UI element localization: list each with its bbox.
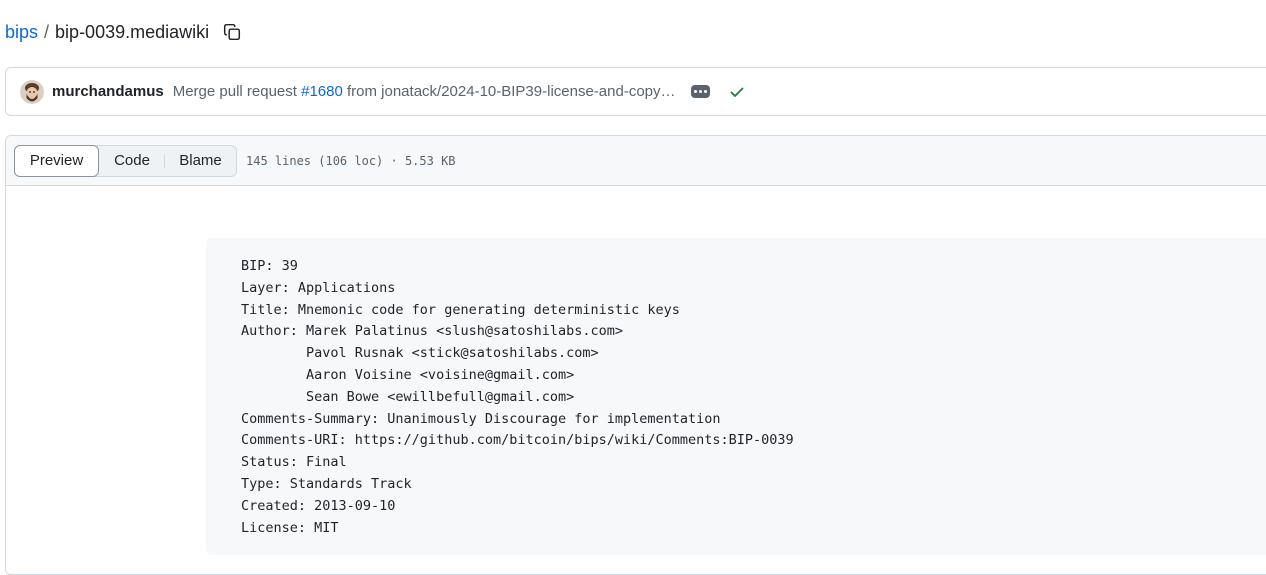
preamble-line: Comments-URI: https://github.com/bitcoin… xyxy=(241,432,794,449)
breadcrumb-file-name: bip-0039.mediawiki xyxy=(55,21,210,42)
preamble-line: Type: Standards Track xyxy=(241,475,412,492)
avatar-image xyxy=(20,79,44,104)
breadcrumb-separator: / xyxy=(44,21,50,42)
preamble-line: Title: Mnemonic code for generating dete… xyxy=(241,301,680,318)
pr-link[interactable]: #1680 xyxy=(301,83,343,100)
tab-preview[interactable]: Preview xyxy=(14,144,99,177)
copy-icon xyxy=(224,23,241,41)
preamble-line: Created: 2013-09-10 xyxy=(241,497,396,514)
file-header: Preview Code Blame 145 lines (106 loc) ·… xyxy=(6,136,1266,186)
preamble-line: Status: Final xyxy=(241,454,347,471)
view-mode-toggle: Preview Code Blame xyxy=(14,144,237,177)
preamble-line: Author: Marek Palatinus <slush@satoshila… xyxy=(241,323,624,340)
breadcrumb: bips / bip-0039.mediawiki xyxy=(5,19,242,45)
tab-blame[interactable]: Blame xyxy=(165,146,236,176)
commit-message-suffix: from jonatack/2024-10-BIP39-license-and-… xyxy=(347,83,676,100)
avatar[interactable] xyxy=(20,79,44,104)
kebab-horizontal-icon xyxy=(698,90,702,93)
expand-commit-message-button[interactable] xyxy=(690,85,710,98)
preamble-line: Aaron Voisine <voisine@gmail.com> xyxy=(241,366,575,383)
latest-commit-bar: murchandamus Merge pull request #1680 fr… xyxy=(5,67,1266,116)
preamble-line: Layer: Applications xyxy=(241,279,396,296)
breadcrumb-repo-link[interactable]: bips xyxy=(5,22,38,43)
preamble-line: Sean Bowe <ewillbefull@gmail.com> xyxy=(241,388,575,405)
file-viewer: Preview Code Blame 145 lines (106 loc) ·… xyxy=(5,135,1266,575)
commit-message-prefix: Merge pull request xyxy=(172,83,297,100)
commit-author-link[interactable]: murchandamus xyxy=(52,83,164,100)
preamble-line: Pavol Rusnak <stick@satoshilabs.com> xyxy=(241,345,599,362)
preamble-line: BIP: 39 xyxy=(241,258,298,274)
check-icon[interactable] xyxy=(729,84,745,100)
copy-path-button[interactable] xyxy=(222,22,242,42)
kebab-horizontal-icon xyxy=(703,90,707,93)
preamble-line: Comments-Summary: Unanimously Discourage… xyxy=(241,410,721,427)
file-stats: 145 lines (106 loc) · 5.53 KB xyxy=(246,153,456,168)
kebab-horizontal-icon xyxy=(693,90,697,93)
preamble-line: License: MIT xyxy=(241,519,339,536)
commit-message[interactable]: Merge pull request #1680 from jonatack/2… xyxy=(173,83,676,100)
tab-code[interactable]: Code xyxy=(99,146,165,176)
bip-preamble-block: BIP: 39 Layer: Applications Title: Mnemo… xyxy=(206,238,1266,555)
